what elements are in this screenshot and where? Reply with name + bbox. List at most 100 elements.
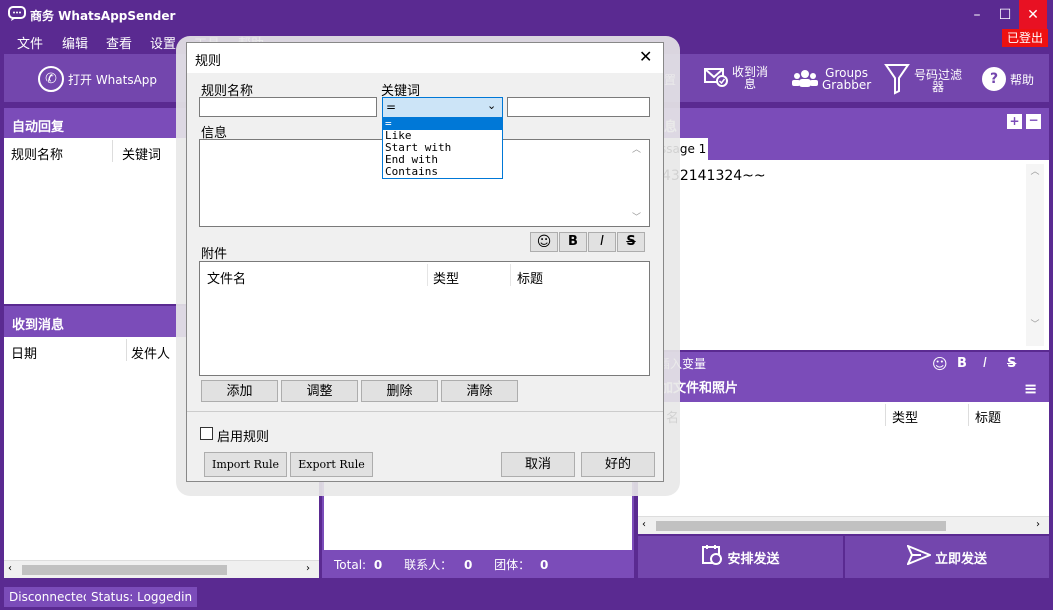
scroll-left-icon[interactable]: ‹: [8, 563, 12, 574]
groups-label: 团体：: [494, 558, 531, 572]
logged-out-badge: 已登出: [1002, 29, 1048, 47]
groups-value: 0: [539, 558, 549, 572]
attach-header: 加文件和照片 ≡: [638, 376, 1049, 402]
send-icon: [906, 544, 933, 569]
envelope-check-icon: [704, 67, 728, 90]
menu-settings[interactable]: 设置: [150, 33, 176, 52]
dialog-attach-list[interactable]: 文件名 类型 标题: [199, 261, 650, 376]
italic-button[interactable]: I: [588, 232, 616, 252]
number-filter-label: 号码过滤 器: [914, 67, 963, 94]
received-hscrollbar[interactable]: ‹ ›: [4, 560, 319, 578]
keyword-option-contains[interactable]: Contains: [383, 166, 502, 178]
scroll-thumb[interactable]: [656, 521, 946, 531]
scroll-left-icon[interactable]: ‹: [642, 519, 646, 530]
col-title[interactable]: 标题: [517, 268, 543, 287]
open-whatsapp-label: 打开 WhatsApp: [68, 72, 158, 87]
received-messages-button[interactable]: 收到消 息: [704, 66, 768, 90]
menu-file[interactable]: 文件: [17, 33, 43, 52]
col-keyword[interactable]: 关键词: [122, 144, 161, 163]
contacts-label: 联系人：: [404, 558, 453, 572]
import-rule-button[interactable]: Import Rule: [204, 452, 287, 477]
add-message-icon[interactable]: +: [1007, 114, 1022, 129]
strike-button[interactable]: S: [617, 232, 645, 252]
export-rule-button[interactable]: Export Rule: [290, 452, 373, 477]
groups-grabber-button[interactable]: Groups Grabber: [792, 67, 871, 91]
bold-icon[interactable]: B: [957, 352, 967, 376]
scroll-right-icon[interactable]: ›: [1036, 519, 1040, 530]
rule-name-input[interactable]: [199, 97, 377, 117]
schedule-send-label: 安排发送: [727, 551, 780, 567]
login-status: Status: Loggedin: [86, 587, 198, 607]
col-divider: [968, 404, 969, 426]
strike-icon[interactable]: S: [1007, 352, 1016, 376]
menu-view[interactable]: 查看: [106, 33, 132, 52]
dialog-close-icon[interactable]: ✕: [639, 47, 652, 66]
add-attachment-button[interactable]: 添加: [201, 380, 278, 402]
help-button[interactable]: ? 帮助: [982, 67, 1034, 91]
keyword-selected-value: =: [386, 100, 397, 114]
enable-rule-checkbox[interactable]: [200, 427, 213, 440]
status-bar: Disconnected Status: Loggedin: [0, 584, 1053, 610]
minimize-button[interactable]: –: [963, 0, 991, 30]
col-divider: [126, 339, 127, 361]
whatsapp-logo-icon: [8, 6, 26, 22]
dialog-divider: [187, 411, 663, 412]
col-divider: [112, 140, 113, 162]
number-filter-button[interactable]: 号码过滤 器: [884, 63, 962, 98]
emoji-icon[interactable]: ☺: [932, 352, 948, 376]
col-divider: [510, 264, 511, 286]
groups-icon: [792, 69, 818, 90]
clear-attachments-button[interactable]: 清除: [441, 380, 518, 402]
keyword-dropdown-list[interactable]: = Like Start with End with Contains: [382, 117, 503, 179]
col-date[interactable]: 日期: [11, 343, 37, 362]
attach-list[interactable]: 名 类型 标题: [638, 402, 1049, 516]
message-editor[interactable]: 432141324~~ ︿ ﹀: [638, 160, 1049, 350]
scroll-thumb[interactable]: [22, 565, 227, 575]
maximize-button[interactable]: ☐: [991, 0, 1019, 30]
col-type[interactable]: 类型: [433, 268, 459, 287]
received-messages-label: 收到消 息: [732, 65, 769, 91]
scroll-up-icon[interactable]: ︿: [632, 142, 641, 155]
open-whatsapp-button[interactable]: ✆ 打开 WhatsApp: [38, 66, 157, 92]
adjust-attachment-button[interactable]: 调整: [281, 380, 358, 402]
groups-grabber-label: Groups Grabber: [822, 66, 872, 92]
emoji-button[interactable]: ☺: [530, 232, 558, 252]
help-icon: ?: [982, 67, 1006, 91]
dialog-title-bar: 规则 ✕: [187, 43, 663, 73]
message-vscrollbar[interactable]: ︿ ﹀: [1026, 164, 1044, 346]
schedule-send-button[interactable]: 安排发送: [638, 536, 843, 578]
ok-button[interactable]: 好的: [581, 452, 655, 477]
app-title: 商务 WhatsAppSender: [30, 9, 176, 23]
close-button[interactable]: ✕: [1019, 0, 1047, 30]
delete-attachment-button[interactable]: 删除: [361, 380, 438, 402]
col-divider: [885, 404, 886, 426]
dialog-title: 规则: [195, 54, 222, 69]
scroll-down-icon[interactable]: ﹀: [632, 210, 641, 223]
phone-icon: ✆: [38, 66, 64, 92]
total-value: 0: [373, 558, 383, 572]
menu-edit[interactable]: 编辑: [62, 33, 88, 52]
col-title[interactable]: 标题: [975, 407, 1001, 426]
menu-icon[interactable]: ≡: [1024, 376, 1037, 402]
col-rule-name[interactable]: 规则名称: [11, 144, 63, 163]
keyword-select[interactable]: = ⌄: [382, 97, 503, 118]
cancel-button[interactable]: 取消: [501, 452, 575, 477]
col-sender[interactable]: 发件人: [131, 343, 170, 362]
keyword-value-input[interactable]: [507, 97, 650, 117]
remove-message-icon[interactable]: −: [1026, 114, 1041, 129]
col-divider: [427, 264, 428, 286]
attach-hscrollbar[interactable]: ‹ ›: [638, 516, 1049, 534]
italic-icon[interactable]: I: [983, 352, 987, 376]
center-footer: Total: 0 联系人： 0 团体： 0: [322, 552, 634, 578]
bold-button[interactable]: B: [559, 232, 587, 252]
col-filename[interactable]: 文件名: [207, 268, 246, 287]
connection-status: Disconnected: [4, 587, 96, 607]
col-type[interactable]: 类型: [892, 407, 918, 426]
format-bar: 插入变量 ☺ B I S: [638, 352, 1049, 376]
contacts-value: 0: [463, 558, 473, 572]
send-now-button[interactable]: 立即发送: [845, 536, 1049, 578]
help-label: 帮助: [1010, 72, 1035, 87]
calendar-clock-icon: [701, 544, 723, 570]
enable-rule-label[interactable]: 启用规则: [217, 426, 269, 445]
scroll-right-icon[interactable]: ›: [306, 563, 310, 574]
